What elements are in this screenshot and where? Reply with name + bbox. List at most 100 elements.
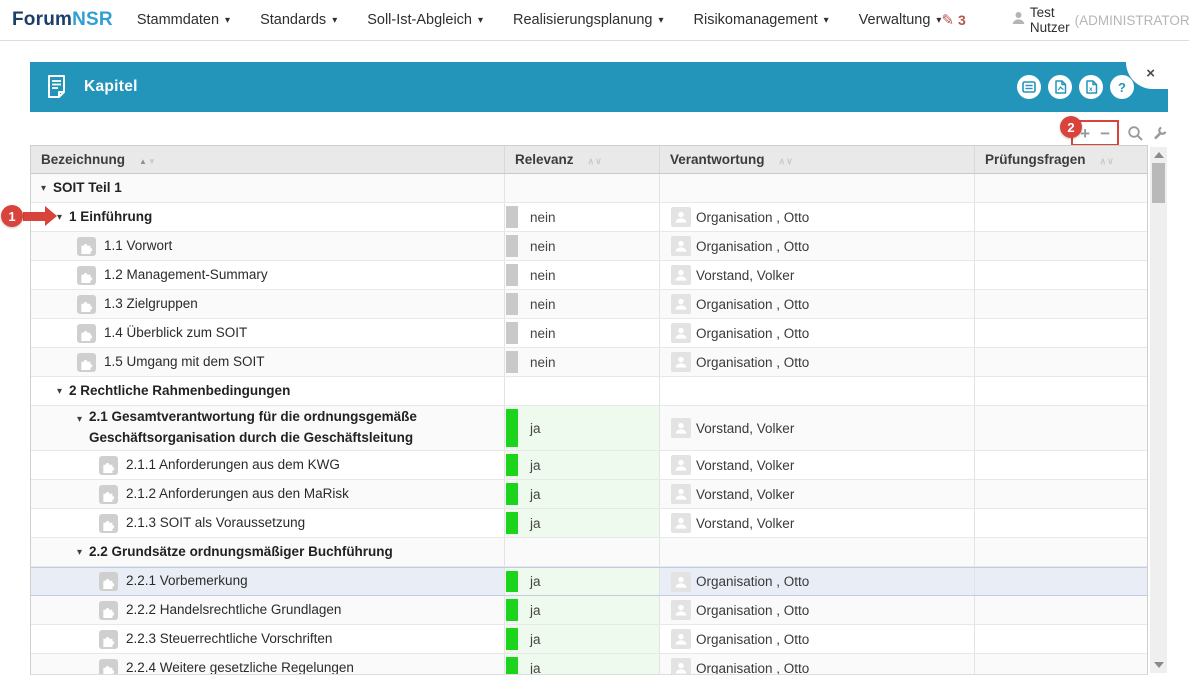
- scroll-up-icon[interactable]: [1154, 152, 1164, 158]
- table-row[interactable]: 2.2.1 Vorbemerkung ja Organisation , Ott…: [31, 567, 1147, 596]
- scrollbar-thumb[interactable]: [1152, 163, 1165, 203]
- collapse-triangle-icon[interactable]: ▾: [57, 212, 62, 223]
- table-row[interactable]: 1.1 Vorwort nein Organisation , Otto: [31, 232, 1147, 261]
- collapse-triangle-icon[interactable]: ▾: [77, 547, 82, 558]
- menu-item[interactable]: Realisierungsplanung ▾: [513, 12, 664, 28]
- pencil-edit-icon[interactable]: ✎: [941, 11, 954, 29]
- collapse-triangle-icon[interactable]: ▾: [57, 386, 62, 397]
- sort-icon[interactable]: ∧∨: [779, 152, 794, 167]
- excel-export-icon[interactable]: x: [1079, 75, 1103, 99]
- responsible-name: Organisation , Otto: [696, 632, 809, 647]
- user-menu[interactable]: Test Nutzer (ADMINISTRATOR) ▾: [1012, 5, 1189, 35]
- pruefungsfragen-cell: [975, 290, 1147, 318]
- responsible-name: Vorstand, Volker: [696, 268, 794, 283]
- pruefungsfragen-cell: [975, 480, 1147, 508]
- relevance-bar: [506, 599, 518, 621]
- relevance-bar: [506, 571, 518, 592]
- scroll-down-icon[interactable]: [1154, 662, 1164, 668]
- close-icon[interactable]: ×: [1146, 65, 1155, 82]
- table-row[interactable]: ▾ 2.2 Grundsätze ordnungsmäßiger Buchfüh…: [31, 538, 1147, 567]
- sort-icon[interactable]: ▲▼: [139, 152, 157, 167]
- table-row[interactable]: 1.2 Management-Summary nein Vorstand, Vo…: [31, 261, 1147, 290]
- menu-item[interactable]: Soll-Ist-Abgleich ▾: [367, 12, 483, 28]
- navbar-right: ✎ 3 Test Nutzer (ADMINISTRATOR) ▾: [941, 5, 1189, 35]
- relevance-bar: [506, 206, 518, 228]
- table-row[interactable]: ▾ 2.1 Gesamtverantwortung für die ordnun…: [31, 406, 1147, 451]
- person-avatar-icon: [671, 658, 691, 675]
- chapter-puzzle-icon: [99, 572, 118, 591]
- chapter-puzzle-icon: [99, 514, 118, 533]
- verantwortung-cell: Vorstand, Volker: [660, 406, 975, 450]
- relevance-value: ja: [530, 574, 541, 589]
- table-row[interactable]: ▾ SOIT Teil 1: [31, 174, 1147, 203]
- table-row[interactable]: 2.1.2 Anforderungen aus den MaRisk ja Vo…: [31, 480, 1147, 509]
- page-title: Kapitel: [84, 78, 138, 96]
- column-header[interactable]: Relevanz ∧∨: [505, 146, 660, 173]
- responsible-name: Organisation , Otto: [696, 297, 809, 312]
- column-header[interactable]: Prüfungsfragen ∧∨: [975, 146, 1147, 173]
- menu-item[interactable]: Stammdaten ▾: [137, 12, 230, 28]
- verantwortung-cell: Organisation , Otto: [660, 319, 975, 347]
- verantwortung-cell: Organisation , Otto: [660, 232, 975, 260]
- bezeichnung-cell: ▾ SOIT Teil 1: [31, 174, 505, 202]
- table-row[interactable]: ▾ 2 Rechtliche Rahmenbedingungen: [31, 377, 1147, 406]
- help-icon[interactable]: ?: [1110, 75, 1134, 99]
- relevance-value: nein: [530, 355, 556, 370]
- bezeichnung-cell: 1.1 Vorwort: [31, 232, 505, 260]
- chapter-puzzle-icon: [99, 630, 118, 649]
- collapse-triangle-icon[interactable]: ▾: [41, 183, 46, 194]
- bezeichnung-cell: 1.4 Überblick zum SOIT: [31, 319, 505, 347]
- table-body: ▾ SOIT Teil 1 ▾ 1 Einführung nein Or: [31, 174, 1147, 675]
- responsible-name: Organisation , Otto: [696, 210, 809, 225]
- chapter-puzzle-icon: [77, 266, 96, 285]
- main-menu: Stammdaten ▾ Standards ▾ Soll-Ist-Abglei…: [137, 12, 942, 28]
- verantwortung-cell: [660, 377, 975, 405]
- table-row[interactable]: 2.2.3 Steuerrechtliche Vorschriften ja O…: [31, 625, 1147, 654]
- table-row[interactable]: 2.1.3 SOIT als Voraussetzung ja Vorstand…: [31, 509, 1147, 538]
- collapse-all-icon[interactable]: −: [1100, 125, 1110, 142]
- table-row[interactable]: 2.2.4 Weitere gesetzliche Regelungen ja …: [31, 654, 1147, 675]
- column-header[interactable]: Verantwortung ∧∨: [660, 146, 975, 173]
- pdf-export-icon[interactable]: [1048, 75, 1072, 99]
- menu-item[interactable]: Verwaltung ▾: [859, 12, 942, 28]
- app-logo[interactable]: ForumNSR: [12, 9, 113, 31]
- edit-count-badge[interactable]: 3: [958, 12, 966, 28]
- menu-item-label: Risikomanagement: [694, 12, 818, 28]
- settings-wrench-icon[interactable]: [1152, 125, 1168, 141]
- sort-icon[interactable]: ∧∨: [588, 152, 603, 167]
- chapter-puzzle-icon: [99, 601, 118, 620]
- row-label: 2.1.2 Anforderungen aus den MaRisk: [126, 484, 349, 505]
- collapse-triangle-icon[interactable]: ▾: [77, 414, 82, 425]
- table-row[interactable]: 1.5 Umgang mit dem SOIT nein Organisatio…: [31, 348, 1147, 377]
- table-row[interactable]: 1.3 Zielgruppen nein Organisation , Otto: [31, 290, 1147, 319]
- vertical-scrollbar[interactable]: [1150, 147, 1167, 673]
- chapter-puzzle-icon: [99, 485, 118, 504]
- menu-item[interactable]: Standards ▾: [260, 12, 337, 28]
- row-label: 1.5 Umgang mit dem SOIT: [104, 352, 265, 373]
- report-card-icon[interactable]: [1017, 75, 1041, 99]
- table-row[interactable]: 2.2.2 Handelsrechtliche Grundlagen ja Or…: [31, 596, 1147, 625]
- pruefungsfragen-cell: [975, 625, 1147, 653]
- table-row[interactable]: 1.4 Überblick zum SOIT nein Organisation…: [31, 319, 1147, 348]
- table-row[interactable]: 2.1.1 Anforderungen aus dem KWG ja Vorst…: [31, 451, 1147, 480]
- menu-item[interactable]: Risikomanagement ▾: [694, 12, 829, 28]
- chapter-puzzle-icon: [77, 237, 96, 256]
- responsible-name: Vorstand, Volker: [696, 421, 794, 436]
- bezeichnung-cell: 1.3 Zielgruppen: [31, 290, 505, 318]
- column-header[interactable]: Bezeichnung ▲▼: [31, 146, 505, 173]
- relevanz-cell: ja: [505, 568, 660, 595]
- relevanz-cell: ja: [505, 451, 660, 479]
- annotation-arrow-head: [45, 206, 57, 226]
- chevron-down-icon: ▾: [225, 15, 230, 26]
- menu-item-label: Realisierungsplanung: [513, 12, 652, 28]
- sort-icon[interactable]: ∧∨: [1100, 152, 1115, 167]
- row-label: 2.2.2 Handelsrechtliche Grundlagen: [126, 600, 341, 621]
- verantwortung-cell: Organisation , Otto: [660, 568, 975, 595]
- relevance-bar: [506, 657, 518, 675]
- responsible-name: Organisation , Otto: [696, 574, 809, 589]
- pruefungsfragen-cell: [975, 377, 1147, 405]
- relevance-value: nein: [530, 297, 556, 312]
- search-icon[interactable]: [1127, 125, 1144, 142]
- person-avatar-icon: [671, 236, 691, 256]
- table-row[interactable]: ▾ 1 Einführung nein Organisation , Otto: [31, 203, 1147, 232]
